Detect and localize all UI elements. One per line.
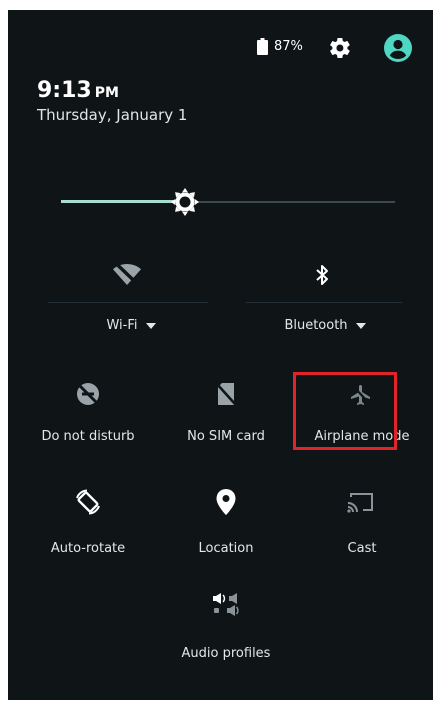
audio-profiles-tile[interactable]: Audio profiles [166, 593, 286, 665]
account-circle-icon[interactable] [384, 34, 412, 62]
settings-gear-icon[interactable] [328, 36, 352, 60]
audio-profiles-label: Audio profiles [181, 646, 271, 661]
clock-hours: 9:13 [37, 78, 92, 103]
quick-settings-panel: 87% 9:13 PM Thursday, January 1 Wi-Fi Bl… [8, 10, 433, 700]
no-sim-card-label: No SIM card [187, 429, 265, 444]
chevron-down-icon[interactable] [145, 322, 156, 329]
wifi-tile-divider [48, 302, 208, 303]
clock-date: Thursday, January 1 [37, 106, 188, 124]
auto-rotate-tile[interactable]: Auto-rotate [28, 488, 148, 560]
battery-percent: 87% [274, 39, 303, 54]
brightness-slider-fill [61, 200, 185, 203]
cast-icon [347, 493, 373, 513]
bluetooth-tile-toggle[interactable]: Bluetooth [270, 318, 380, 333]
auto-rotate-icon [76, 489, 100, 515]
battery-status: 87% [257, 38, 303, 55]
chevron-down-icon[interactable] [355, 322, 366, 329]
bluetooth-label: Bluetooth [284, 318, 348, 333]
location-tile[interactable]: Location [166, 488, 286, 560]
do-not-disturb-tile[interactable]: Do not disturb [28, 382, 148, 454]
cast-tile[interactable]: Cast [302, 488, 422, 560]
bluetooth-icon[interactable] [314, 264, 330, 286]
clock-time: 9:13 PM [37, 78, 119, 103]
location-pin-icon [216, 489, 236, 515]
do-not-disturb-label: Do not disturb [41, 429, 135, 444]
auto-rotate-label: Auto-rotate [50, 541, 126, 556]
location-label: Location [198, 541, 254, 556]
no-sim-card-icon [216, 383, 236, 405]
bluetooth-tile-divider [246, 302, 402, 303]
cast-label: Cast [347, 541, 377, 556]
wifi-label: Wi-Fi [106, 318, 138, 333]
do-not-disturb-icon [77, 383, 99, 405]
no-sim-card-tile[interactable]: No SIM card [166, 382, 286, 454]
wifi-tile-toggle[interactable]: Wi-Fi [86, 318, 176, 333]
brightness-icon[interactable] [170, 188, 199, 216]
audio-profiles-icon [213, 593, 239, 616]
clock-ampm: PM [94, 85, 119, 101]
battery-icon [257, 38, 268, 55]
highlight-box [293, 372, 397, 450]
wifi-off-icon[interactable] [112, 262, 142, 286]
